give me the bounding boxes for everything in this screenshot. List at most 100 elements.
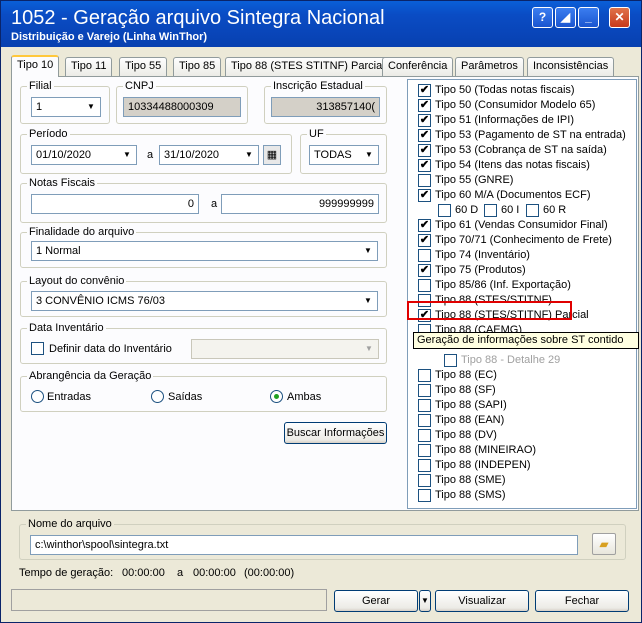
periodo-label: Período — [27, 128, 70, 140]
notas-end-field[interactable]: 999999999 — [221, 194, 379, 214]
tipo-checkbox[interactable]: ✔ — [418, 129, 431, 142]
visualizar-button[interactable]: Visualizar — [435, 590, 529, 612]
tipo-checkbox[interactable]: ✔ — [418, 99, 431, 112]
cnpj-field: 10334488000309 — [123, 97, 241, 117]
notas-start-field[interactable]: 0 — [31, 194, 199, 214]
inscricao-field: 313857140( — [271, 97, 380, 117]
calendar-icon[interactable]: ▦ — [263, 145, 281, 165]
filial-select[interactable]: 1 ▼ — [31, 97, 101, 117]
highlight-box — [407, 301, 572, 320]
chevron-down-icon[interactable]: ▼ — [119, 147, 135, 163]
tipo-checkbox[interactable] — [418, 279, 431, 292]
layout-label: Layout do convênio — [27, 275, 127, 287]
chevron-down-icon: ▼ — [361, 341, 377, 357]
tipo-checkbox[interactable]: ✔ — [418, 264, 431, 277]
title-bar[interactable]: 1052 - Geração arquivo Sintegra Nacional… — [1, 1, 641, 47]
chevron-down-icon[interactable]: ▼ — [361, 147, 377, 163]
tipo-label: Tipo 61 (Vendas Consumidor Final) — [435, 219, 608, 231]
close-button[interactable]: ✕ — [609, 7, 630, 28]
tipo-checkbox[interactable] — [418, 399, 431, 412]
chevron-down-icon[interactable]: ▼ — [241, 147, 257, 163]
data-inventario-label: Data Inventário — [27, 322, 106, 334]
tab-conferencia[interactable]: Conferência — [382, 57, 454, 76]
radio-entradas[interactable] — [31, 390, 44, 403]
tipo-label: Tipo 55 (GNRE) — [435, 174, 514, 186]
tab-tipo-55[interactable]: Tipo 55 — [119, 57, 168, 76]
tipo-checkbox[interactable]: ✔ — [418, 159, 431, 172]
layout-select[interactable]: 3 CONVÊNIO ICMS 76/03 ▼ — [31, 291, 378, 311]
tipo-checkbox[interactable] — [418, 459, 431, 472]
tempo-end: 00:00:00 — [193, 567, 236, 579]
tipo-label: Tipo 88 (EC) — [435, 369, 497, 381]
tipo-checkbox[interactable]: ✔ — [418, 114, 431, 127]
tipo-checkbox[interactable] — [444, 354, 457, 367]
subtipo-60-checkbox[interactable] — [484, 204, 497, 217]
tipo-checkbox[interactable]: ✔ — [418, 144, 431, 157]
tipo-checkbox[interactable] — [418, 489, 431, 502]
abrangencia-group: Abrangência da Geração Entradas Saídas A… — [20, 370, 387, 412]
nome-arquivo-field[interactable]: c:\winthor\spool\sintegra.txt — [30, 535, 578, 555]
tipo-checkbox[interactable]: ✔ — [418, 84, 431, 97]
radio-saidas-label: Saídas — [168, 391, 203, 403]
uf-select[interactable]: TODAS ▼ — [309, 145, 379, 165]
finalidade-select[interactable]: 1 Normal ▼ — [31, 241, 378, 261]
gerar-button[interactable]: Gerar — [334, 590, 418, 612]
edit-button[interactable]: ◢ — [555, 7, 576, 28]
tipo-checkbox[interactable] — [418, 174, 431, 187]
tab-tipo-10[interactable]: Tipo 10 — [11, 55, 60, 77]
periodo-end-field[interactable]: 31/10/2020 ▼ — [159, 145, 259, 165]
tipo-checkbox[interactable] — [418, 249, 431, 262]
chevron-down-icon[interactable]: ▼ — [360, 243, 376, 259]
minimize-button[interactable]: _ — [578, 7, 599, 28]
subtipo-60-checkbox[interactable] — [438, 204, 451, 217]
radio-ambas-label: Ambas — [287, 391, 322, 403]
tipo-label: Tipo 88 (SMS) — [435, 489, 506, 501]
subtipo-60-checkbox[interactable] — [526, 204, 539, 217]
tipo-label: Tipo 88 (EAN) — [435, 414, 505, 426]
inscricao-label: Inscrição Estadual — [271, 80, 365, 92]
tab-parametros[interactable]: Parâmetros — [455, 57, 524, 76]
tipo-checkbox[interactable] — [418, 384, 431, 397]
tipo-checkbox[interactable] — [418, 474, 431, 487]
inscricao-group: Inscrição Estadual 313857140( — [264, 80, 387, 124]
tempo-total: (00:00:00) — [244, 567, 295, 579]
tipo-checkbox[interactable]: ✔ — [418, 219, 431, 232]
notas-label: Notas Fiscais — [27, 177, 98, 189]
tipo-checkbox[interactable]: ✔ — [418, 234, 431, 247]
tempo-label: Tempo de geração: — [19, 567, 114, 579]
tipo-label: Tipo 51 (Informações de IPI) — [435, 114, 574, 126]
periodo-group: Período 01/10/2020 ▼ a 31/10/2020 ▼ ▦ — [20, 128, 292, 174]
fechar-button[interactable]: Fechar — [535, 590, 629, 612]
tipo-checkbox[interactable] — [418, 369, 431, 382]
periodo-separator: a — [147, 149, 154, 161]
tab-tipo-11[interactable]: Tipo 11 — [65, 57, 113, 76]
cnpj-group: CNPJ 10334488000309 — [116, 80, 248, 124]
definir-data-checkbox[interactable] — [31, 342, 44, 355]
tipo-label: Tipo 88 (SF) — [435, 384, 496, 396]
tab-inconsistencias[interactable]: Inconsistências — [527, 57, 615, 76]
filial-group: Filial 1 ▼ — [20, 80, 110, 124]
gerar-menu-chevron-down-icon[interactable]: ▼ — [419, 590, 431, 612]
chevron-down-icon[interactable]: ▼ — [83, 99, 99, 115]
tipo-label: Tipo 50 (Todas notas fiscais) — [435, 84, 575, 96]
tipo-checkbox[interactable] — [418, 414, 431, 427]
tipo-label: Tipo 85/86 (Inf. Exportação) — [435, 279, 571, 291]
uf-group: UF TODAS ▼ — [300, 128, 387, 174]
tipo-checkbox[interactable]: ✔ — [418, 189, 431, 202]
radio-saidas[interactable] — [151, 390, 164, 403]
folder-icon[interactable]: ▰ — [592, 533, 616, 555]
tipo-label: Tipo 50 (Consumidor Modelo 65) — [435, 99, 596, 111]
chevron-down-icon[interactable]: ▼ — [360, 293, 376, 309]
tab-tipo-88-parcial[interactable]: Tipo 88 (STES STITNF) Parcial — [225, 57, 391, 76]
abrangencia-label: Abrangência da Geração — [27, 370, 154, 382]
notas-group: Notas Fiscais 0 a 999999999 — [20, 177, 387, 223]
tipo-label: Tipo 60 M/A (Documentos ECF) — [435, 189, 591, 201]
periodo-start-field[interactable]: 01/10/2020 ▼ — [31, 145, 137, 165]
buscar-informacoes-button[interactable]: Buscar Informações — [284, 422, 387, 444]
help-button[interactable]: ? — [532, 7, 553, 28]
tipo-checkbox[interactable] — [418, 429, 431, 442]
tab-tipo-85[interactable]: Tipo 85 — [173, 57, 222, 76]
periodo-end-value: 31/10/2020 — [164, 149, 220, 161]
radio-ambas[interactable] — [270, 390, 283, 403]
tipo-checkbox[interactable] — [418, 444, 431, 457]
